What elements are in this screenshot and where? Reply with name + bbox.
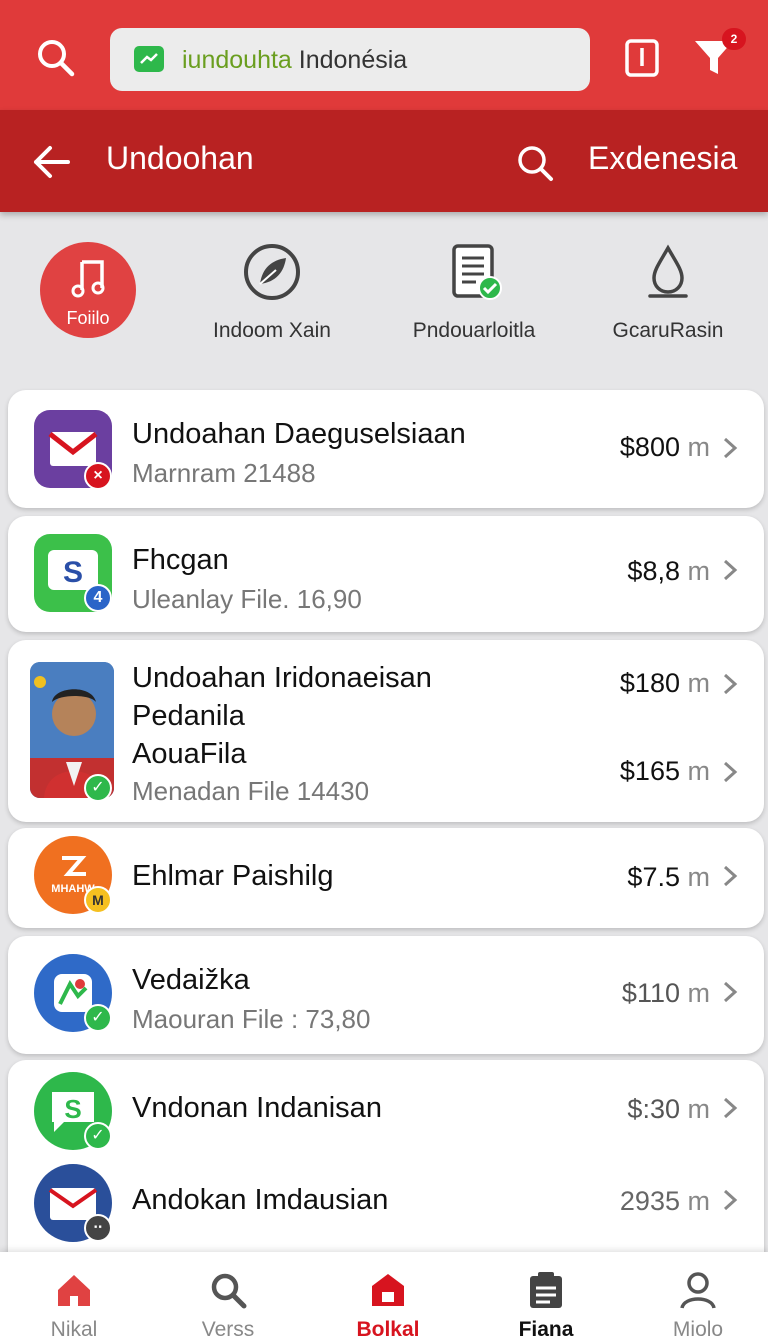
item-title: Vndonan Indanisan <box>132 1092 382 1124</box>
item-subtitle: Uleanlay File. 16,90 <box>132 584 362 614</box>
chevron-right-icon[interactable] <box>722 1188 738 1212</box>
list-item[interactable]: ✓ Undoahan Iridonaeisan Pedanila AouaFil… <box>8 640 764 822</box>
category-indoom-xain[interactable]: Indoom Xain <box>177 242 367 343</box>
category-foiilo[interactable]: Foiilo <box>0 242 183 338</box>
category-pndouarloitla[interactable]: Pndouarloitla <box>379 242 569 343</box>
back-arrow-icon[interactable] <box>30 144 72 180</box>
chevron-right-icon[interactable] <box>722 558 738 582</box>
list-item[interactable]: S 4 Fhcgan Uleanlay File. 16,90 $8,8 m <box>8 516 764 632</box>
person-icon <box>680 1272 716 1309</box>
chevron-right-icon[interactable] <box>722 980 738 1004</box>
list-item[interactable]: MHAHW M Ehlmar Paishilg $7.5 m <box>8 828 764 928</box>
item-title-line2: Pedanila <box>132 700 245 732</box>
check-badge-icon: ✓ <box>84 1004 112 1032</box>
more-badge-icon: ∙∙ <box>84 1214 112 1242</box>
item-price: $180 m <box>619 668 710 698</box>
search-value: iundouhta Indonésia <box>182 46 408 74</box>
item-subtitle: Menadan File 14430 <box>132 776 370 806</box>
chevron-right-icon[interactable] <box>722 760 738 784</box>
item-subtitle: Marnram 21488 <box>132 458 316 488</box>
nav-item-nikal[interactable]: Nikal <box>4 1252 144 1344</box>
category-label: GcaruRasin <box>612 319 724 342</box>
chevron-right-icon[interactable] <box>722 436 738 460</box>
clipboard-icon <box>530 1272 562 1308</box>
check-badge-icon: ✓ <box>84 1122 112 1150</box>
item-title: Fhcgan <box>132 544 229 576</box>
item-title: Vedaižka <box>132 964 250 996</box>
document-check-icon <box>452 244 502 300</box>
list-item[interactable]: S ✓ Vndonan Indanisan $:30 m <box>8 1060 764 1156</box>
leaf-circle-icon <box>244 244 300 300</box>
nav-label: Fiana <box>518 1318 574 1341</box>
header-action-label[interactable]: Exdenesia <box>588 140 737 177</box>
error-badge-icon: × <box>84 462 112 490</box>
category-label: Pndouarloitla <box>412 319 536 342</box>
app-logo-icon <box>134 46 164 72</box>
nav-label: Verss <box>201 1318 255 1341</box>
list-item-group: S ✓ Vndonan Indanisan $:30 m ∙∙ Andokan … <box>8 1060 764 1260</box>
item-price-secondary: $165 m <box>619 756 710 786</box>
search-input[interactable]: iundouhta Indonésia <box>110 28 590 91</box>
header-search-icon[interactable] <box>514 142 556 184</box>
search-icon[interactable] <box>34 36 78 80</box>
check-badge-icon: ✓ <box>84 774 112 802</box>
droplet-icon <box>648 244 688 298</box>
chevron-right-icon[interactable] <box>722 672 738 696</box>
item-title: Undoahan Iridonaeisan <box>132 662 432 694</box>
chevron-right-icon[interactable] <box>722 864 738 888</box>
item-title-line3: AouaFila <box>132 738 247 770</box>
nav-item-miolo[interactable]: Miolo <box>628 1252 768 1344</box>
top-bar: iundouhta Indonésia 2 <box>0 0 768 110</box>
store-icon <box>372 1274 404 1306</box>
list-item[interactable]: ✓ Vedaižka Maouran File : 73,80 $110 m <box>8 936 764 1054</box>
music-note-icon <box>71 260 105 298</box>
header: Undoohan Exdenesia <box>0 110 768 212</box>
category-label: Indoom Xain <box>213 319 331 342</box>
search-icon <box>211 1273 247 1309</box>
nav-item-fiana[interactable]: Fiana <box>476 1252 616 1344</box>
nav-item-bolkal[interactable]: Bolkal <box>318 1252 458 1344</box>
category-circle: Foiilo <box>40 242 136 338</box>
list-item[interactable]: × Undoahan Daeguselsiaan Marnram 21488 $… <box>8 390 764 508</box>
badge-m: M <box>84 886 112 914</box>
item-price: 2935 m <box>619 1186 710 1216</box>
list-item[interactable]: ∙∙ Andokan Imdausian 2935 m <box>8 1156 764 1260</box>
page-title: Undoohan <box>106 140 254 176</box>
notification-badge: 2 <box>722 28 746 50</box>
item-title: Undoahan Daeguselsiaan <box>132 418 466 450</box>
svg-text:S: S <box>64 1094 81 1124</box>
svg-text:S: S <box>63 556 83 589</box>
category-label: Foiilo <box>66 308 110 328</box>
chevron-right-icon[interactable] <box>722 1096 738 1120</box>
item-subtitle: Maouran File : 73,80 <box>132 1004 371 1034</box>
bottom-nav: Nikal Verss Bolkal Fiana Miolo <box>0 1252 768 1344</box>
nav-label: Nikal <box>50 1318 98 1341</box>
nav-item-verss[interactable]: Verss <box>158 1252 298 1344</box>
item-price: $:30 m <box>627 1094 710 1124</box>
item-title: Ehlmar Paishilg <box>132 860 334 892</box>
home-icon <box>58 1275 90 1306</box>
item-price: $110 m <box>621 978 710 1008</box>
item-price: $7.5 m <box>627 862 710 892</box>
item-title: Andokan Imdausian <box>132 1184 389 1216</box>
bookmark-icon[interactable] <box>624 38 660 78</box>
nav-label: Miolo <box>672 1318 724 1341</box>
item-price: $8,8 m <box>627 556 710 586</box>
category-gcarurasin[interactable]: GcaruRasin <box>573 242 763 343</box>
item-price: $800 m <box>619 432 710 462</box>
nav-label: Bolkal <box>356 1318 420 1341</box>
count-badge: 4 <box>84 584 112 612</box>
